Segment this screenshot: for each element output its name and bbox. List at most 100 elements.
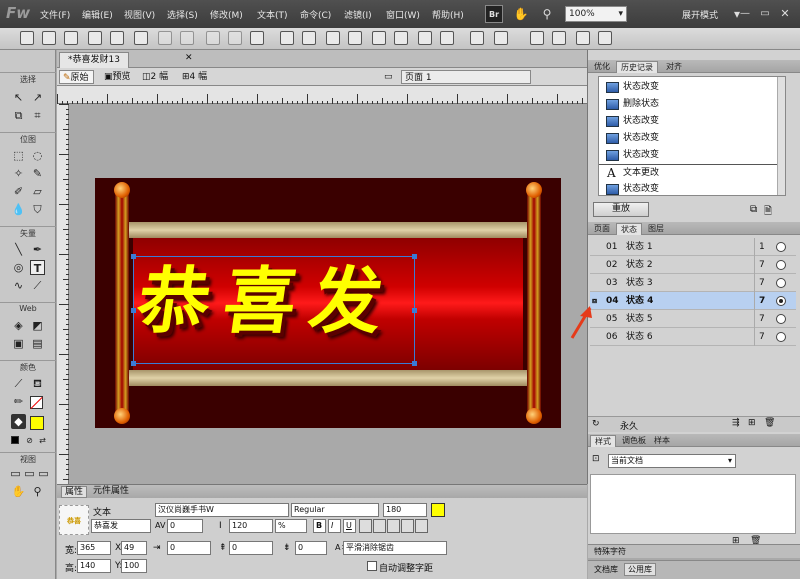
copy-steps-icon[interactable]: ⧉ [750, 204, 757, 215]
stroke-color-icon[interactable]: ✏ [11, 394, 26, 409]
pen-tool-icon[interactable]: ✒ [30, 242, 45, 257]
open-icon[interactable] [64, 31, 78, 45]
canvas-area[interactable]: 恭喜发 [69, 104, 587, 484]
history-row[interactable]: 状态改变 [599, 147, 785, 164]
selection-handle[interactable] [131, 361, 136, 366]
leading-field[interactable]: 120 [229, 519, 273, 533]
distribute-to-states-icon[interactable]: ⇶ [732, 418, 740, 428]
history-row[interactable]: 状态改变 [599, 113, 785, 130]
align-left-icon[interactable] [359, 519, 372, 533]
state-onion-radio[interactable] [776, 260, 786, 270]
menu-help[interactable]: 帮助(H) [432, 8, 464, 21]
hand-icon[interactable]: ✋ [512, 5, 530, 23]
tab-doc-library[interactable]: 文档库 [594, 564, 618, 575]
hotspot-tool-icon[interactable]: ◈ [11, 318, 26, 333]
print-icon[interactable] [134, 31, 148, 45]
scale-tool-icon[interactable]: ⧉ [11, 108, 26, 123]
text-tool-icon[interactable]: T [30, 260, 45, 275]
stroke-color-swatch[interactable] [30, 396, 43, 410]
tab-swatches[interactable]: 样本 [650, 435, 674, 447]
menu-view[interactable]: 视图(V) [124, 8, 155, 21]
underline-button[interactable]: U [343, 519, 356, 533]
lasso-tool-icon[interactable]: ◌ [30, 148, 45, 163]
save-icon[interactable] [42, 31, 56, 45]
paste-icon[interactable] [250, 31, 264, 45]
group-icon[interactable] [280, 31, 294, 45]
state-onion-radio[interactable] [776, 314, 786, 324]
state-onion-radio[interactable] [776, 242, 786, 252]
menu-window[interactable]: 窗口(W) [386, 8, 420, 21]
selection-handle[interactable] [131, 254, 136, 259]
indent-field[interactable]: 0 [167, 541, 211, 555]
copy-icon[interactable] [228, 31, 242, 45]
align-right-icon[interactable] [387, 519, 400, 533]
show-slices-icon[interactable]: ▤ [30, 336, 45, 351]
antialias-select[interactable]: 平滑消除锯齿 [343, 541, 447, 555]
history-row[interactable]: 状态改变 [599, 181, 785, 198]
add-state-icon[interactable]: ⊞ [748, 418, 756, 428]
view-original-button[interactable]: ✎原始 [59, 70, 94, 84]
font-family-select[interactable]: 汉仪尚巍手书W [155, 503, 289, 517]
replay-button[interactable]: 重放 [593, 202, 649, 217]
new-doc-icon[interactable] [20, 31, 34, 45]
cut-icon[interactable] [206, 31, 220, 45]
tab-history[interactable]: 历史记录 [616, 61, 658, 73]
history-scrollbar[interactable] [777, 77, 785, 195]
menu-edit[interactable]: 编辑(E) [82, 8, 113, 21]
state-onion-radio[interactable] [776, 296, 786, 306]
history-row[interactable]: 状态改变 [599, 130, 785, 147]
export-icon[interactable] [110, 31, 124, 45]
align-center-icon[interactable] [373, 519, 386, 533]
redo-icon[interactable] [180, 31, 194, 45]
crop-tool-icon[interactable]: ⌗ [30, 108, 45, 123]
menu-file[interactable]: 文件(F) [40, 8, 70, 21]
page-switch-icon[interactable]: ▭ [381, 70, 397, 84]
height-field[interactable]: 140 [77, 559, 111, 573]
loop-setting[interactable]: 永久 [620, 419, 638, 432]
styles-list[interactable] [590, 474, 796, 534]
hide-slices-icon[interactable]: ▣ [11, 336, 26, 351]
delete-state-icon[interactable]: 🗑 [764, 418, 775, 428]
bring-front-icon[interactable] [372, 31, 386, 45]
zoom-select[interactable]: 100% ▾ [565, 6, 627, 22]
close-icon[interactable]: ✕ [185, 53, 193, 63]
align-stretch-icon[interactable] [415, 519, 428, 533]
width-field[interactable]: 365 [77, 541, 111, 555]
state-row[interactable]: 02 状态 27 [590, 256, 796, 274]
join-icon[interactable] [326, 31, 340, 45]
state-row[interactable]: 03 状态 37 [590, 274, 796, 292]
standard-screen-icon[interactable]: ▭ [8, 466, 23, 481]
pencil-tool-icon[interactable]: ✐ [11, 184, 26, 199]
eraser-tool-icon[interactable]: ▱ [30, 184, 45, 199]
view-preview-button[interactable]: ▣预览 [101, 70, 135, 84]
rotate-cw-icon[interactable] [552, 31, 566, 45]
tab-layers[interactable]: 图层 [644, 223, 668, 235]
freeform-tool-icon[interactable]: ∿ [11, 278, 26, 293]
swap-colors-icon[interactable]: ⇄ [35, 433, 50, 448]
bold-button[interactable]: B [313, 519, 326, 533]
history-row[interactable]: 状态改变 [599, 79, 785, 96]
selection-handle[interactable] [412, 308, 417, 313]
font-size-field[interactable]: 180 [383, 503, 427, 517]
import-icon[interactable] [88, 31, 102, 45]
selection-handle[interactable] [412, 254, 417, 259]
flip-horizontal-icon[interactable] [576, 31, 590, 45]
bucket-icon[interactable]: ⛾ [30, 376, 45, 391]
font-style-select[interactable]: Regular [291, 503, 379, 517]
history-row[interactable]: A 文本更改 [599, 164, 785, 181]
x-field[interactable]: 49 [121, 541, 147, 555]
default-colors-icon[interactable] [11, 436, 19, 444]
auto-kern-checkbox[interactable] [367, 561, 377, 571]
align-icon[interactable] [494, 31, 508, 45]
stamp-tool-icon[interactable]: ⛉ [30, 202, 45, 217]
object-name-field[interactable]: 恭喜发 [91, 519, 151, 533]
split-icon[interactable] [348, 31, 362, 45]
save-steps-icon[interactable]: 🗎 [764, 204, 772, 221]
menu-commands[interactable]: 命令(C) [300, 8, 331, 21]
workspace-switcher[interactable]: 展开模式 [682, 8, 718, 21]
close-icon[interactable]: ✕ [776, 5, 794, 23]
tab-common-library[interactable]: 公用库 [624, 563, 656, 576]
text-color-swatch[interactable] [431, 503, 445, 517]
tab-align[interactable]: 对齐 [662, 61, 686, 73]
bridge-button[interactable]: Br [485, 5, 503, 23]
